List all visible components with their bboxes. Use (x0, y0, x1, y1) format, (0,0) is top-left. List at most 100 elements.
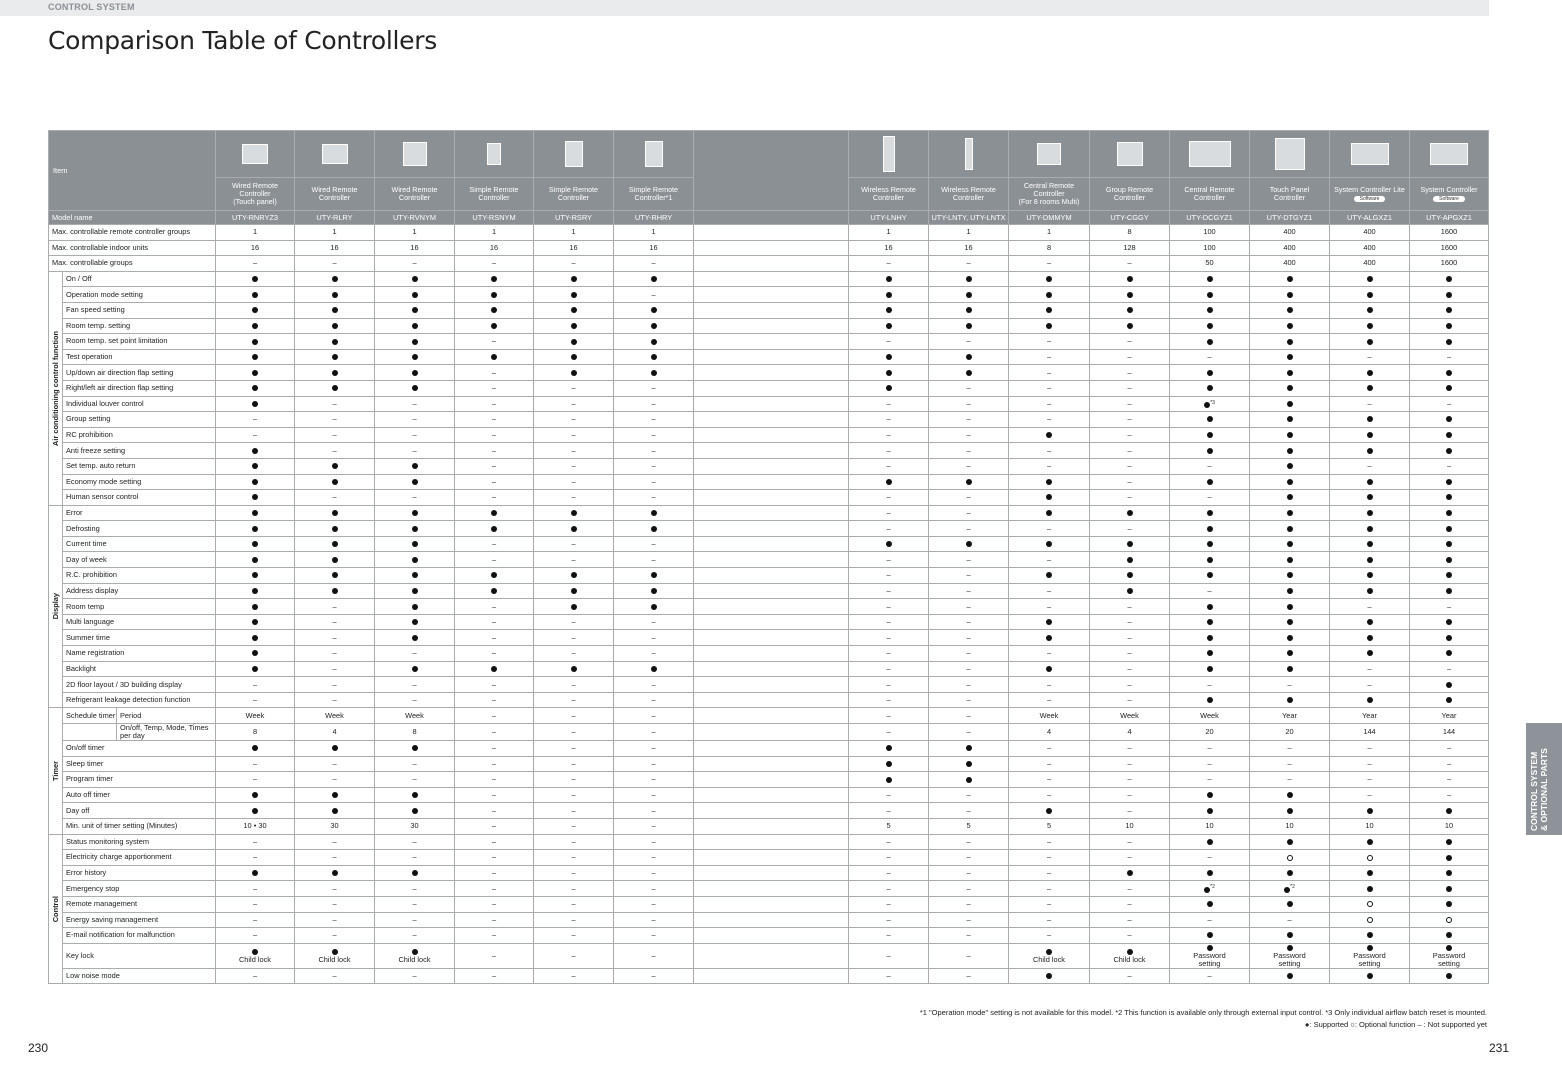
feature-cell: – (374, 833, 455, 851)
cell-value: – (332, 648, 337, 658)
cell-value: 400 (1283, 242, 1296, 252)
feature-row: Energy saving management – – – – – – – – – – – – (49, 911, 1489, 929)
feature-cell: – (374, 411, 455, 428)
feature-cell (1249, 927, 1330, 944)
supported-dot-icon (252, 792, 258, 799)
supported-dot-icon (965, 541, 972, 548)
key-lock-text: – (651, 950, 656, 960)
feature-cell (294, 504, 375, 522)
supported-dot-icon (331, 870, 338, 877)
feature-cell: – (1008, 927, 1090, 944)
cell-value: – (966, 585, 971, 595)
supported-dot-icon (331, 807, 338, 814)
supported-dot-icon (650, 572, 657, 579)
feature-cell: – (215, 691, 295, 709)
feature-cell: – (533, 442, 614, 459)
spacer-cell (693, 457, 849, 475)
supported-dot-icon (1446, 510, 1452, 517)
feature-cell: – (848, 786, 929, 804)
feature-cell (928, 535, 1009, 553)
feature-cell (374, 567, 455, 584)
feature-cell (1409, 691, 1489, 709)
supported-dot-icon (252, 588, 258, 594)
supported-dot-icon (1046, 478, 1052, 485)
feature-cell: – (533, 755, 614, 773)
feature-cell: – (1008, 379, 1090, 397)
feature-cell: – (613, 927, 694, 944)
feature-cell (294, 582, 375, 600)
supported-dot-icon (1126, 322, 1133, 329)
feature-cell: – (1249, 911, 1330, 929)
model-number: UTY-DTGYZ1 (1249, 210, 1330, 225)
supported-dot-icon (1286, 307, 1293, 314)
cell-value: – (332, 836, 337, 846)
schedule-cell: – (613, 723, 694, 741)
model-number: UTY-CGGY (1089, 210, 1170, 225)
spec-cell: 400 (1329, 224, 1410, 241)
feature-cell (848, 301, 929, 319)
key-lock-text: Child lock (1113, 954, 1146, 964)
feature-cell (1008, 317, 1090, 335)
feature-cell (533, 582, 614, 600)
model-number: UTY-LNHY (848, 210, 929, 225)
cell-value: – (886, 585, 891, 595)
supported-dot-icon (650, 510, 657, 517)
supported-dot-icon (1446, 634, 1452, 641)
feature-cell: – (848, 551, 929, 569)
supported-dot-icon (570, 307, 577, 314)
cell-value: – (966, 648, 971, 658)
feature-cell (1169, 927, 1250, 944)
cell-value: – (1287, 758, 1292, 768)
feature-label: Schedule timer Period (62, 707, 216, 724)
cell-value: – (651, 461, 656, 471)
cell-value: – (886, 554, 891, 564)
feature-cell (374, 286, 455, 303)
feature-cell (533, 567, 614, 584)
cell-value: – (1207, 774, 1212, 784)
feature-label: Low noise mode (62, 967, 216, 985)
schedule-cell: 20 (1249, 723, 1330, 741)
schedule-cell: 4 (294, 723, 375, 741)
controller-name-line: Controller*1 (634, 193, 673, 202)
cell-value: – (412, 648, 417, 658)
feature-cell (374, 520, 455, 537)
feature-cell: – (454, 849, 534, 866)
feature-cell (1409, 317, 1489, 335)
feature-cell (1169, 333, 1250, 350)
feature-label: On/off, Temp, Mode, Times per day (62, 723, 216, 741)
controller-name-line: System Controller (1420, 184, 1478, 194)
spacer-cell (693, 613, 849, 631)
feature-cell (1249, 598, 1330, 615)
supported-dot-icon (965, 478, 972, 485)
feature-cell (1329, 567, 1410, 584)
feature-row: Human sensor control – – – – – – – – – (49, 489, 1489, 506)
supported-dot-icon (570, 665, 577, 672)
feature-cell: – (848, 411, 929, 428)
group-label: Air conditioning control function (48, 270, 63, 506)
cell-value: – (571, 679, 576, 689)
supported-dot-icon (252, 556, 258, 563)
supported-dot-icon (965, 369, 972, 376)
feature-cell: – (374, 771, 455, 788)
feature-cell: – (848, 395, 929, 413)
spec-cell: 16 (928, 239, 1009, 257)
feature-cell: – (1329, 755, 1410, 773)
supported-dot-icon (252, 650, 258, 657)
feature-cell: – (454, 379, 534, 397)
feature-cell (848, 535, 929, 553)
feature-cell: – (1089, 645, 1170, 662)
feature-cell: – (215, 895, 295, 913)
feature-cell: – (215, 833, 295, 851)
side-tab[interactable]: CONTROL SYSTEM & OPTIONAL PARTS (1526, 723, 1562, 835)
cell-value: – (1446, 352, 1452, 362)
supported-dot-icon (570, 525, 577, 532)
cell-value: – (491, 805, 497, 815)
cell-value: – (966, 679, 971, 689)
feature-cell (1169, 317, 1250, 335)
feature-cell (1329, 301, 1410, 319)
feature-label: Room temp. set point limitation (62, 333, 216, 350)
cell-value: – (1127, 899, 1132, 909)
feature-cell (1008, 535, 1090, 553)
feature-cell: – (1008, 755, 1090, 773)
simple-remote-controller-icon (644, 141, 663, 167)
